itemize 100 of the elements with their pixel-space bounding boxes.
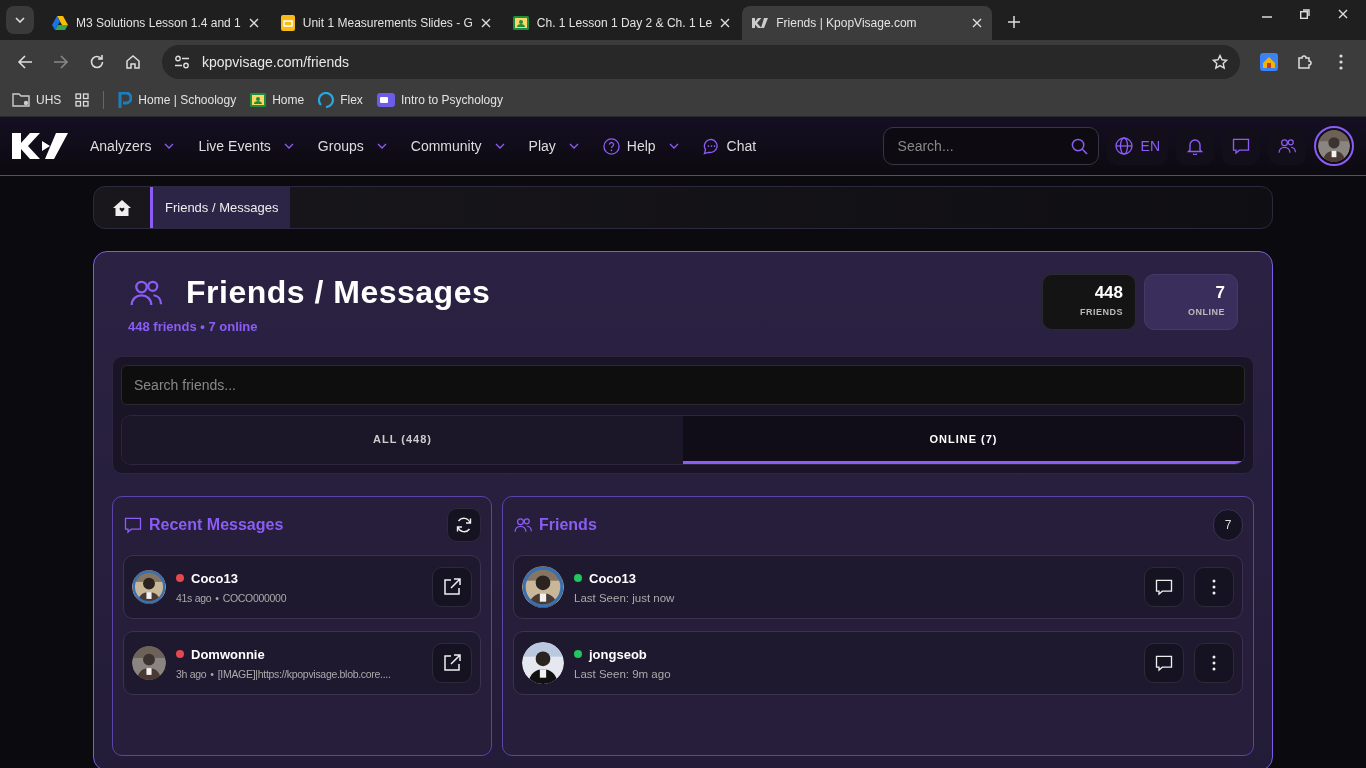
profile-avatar[interactable] [1314,126,1354,166]
breadcrumb-current: Friends / Messages [150,187,291,228]
message-row[interactable]: Domwonnie 3h ago • [IMAGE]|https://kpopvisage.blob.core.... [123,631,481,695]
stat-value: 448 [1094,283,1123,303]
chevron-down-icon [494,143,505,149]
nav-menu-item[interactable]: Live Events [198,138,294,154]
logo-icon [752,18,769,28]
friends-summary: 448 friends • 7 online [128,319,259,334]
friend-count: 7 [1213,509,1243,541]
more-icon [1212,579,1216,595]
chevron-down-icon [283,143,294,149]
user-name: Coco13 [589,570,636,586]
help-icon [602,137,620,155]
refresh-icon [455,516,473,534]
chat-bubble-icon [1231,136,1251,156]
friend-search-field[interactable]: Search friends... [121,365,1245,405]
bell-icon [1187,137,1203,155]
tab-search-button[interactable] [6,6,34,34]
chevron-down-icon [376,143,387,149]
chevron-down-icon [15,17,25,23]
nav-menu-item[interactable]: Community [410,138,505,154]
stat-label: FRIENDS [1080,307,1123,317]
message-preview: [IMAGE]|https://kpopvisage.blob.core.... [217,667,391,680]
browser-tab[interactable]: Ch. 1 Lesson 1 Day 2 & Ch. 1 Le [502,6,741,40]
friend-row[interactable]: jongseob Last Seen: 9m ago [513,631,1243,695]
reload-icon [89,54,105,70]
globe-icon [1114,137,1133,155]
search-box[interactable]: Search... [882,127,1099,165]
panel-title: Friends [539,516,597,534]
message-time: 41s ago [176,591,212,604]
address-bar[interactable]: kpopvisage.com/friends [162,45,1240,79]
more-icon [1212,655,1216,671]
friend-row[interactable]: Coco13 Last Seen: just now [513,555,1243,619]
users-icon [1277,136,1297,156]
chevron-down-icon [164,143,175,149]
bookmark[interactable]: Intro to Psychology [376,93,503,107]
restore-icon[interactable] [1300,9,1310,19]
browser-tab[interactable]: Friends | KpopVisage.com [742,6,993,40]
apps-grid-icon[interactable] [75,93,90,107]
separator-dot: • [210,667,214,680]
user-name: Coco13 [191,570,238,586]
plus-icon [1008,16,1021,28]
close-icon[interactable] [1338,9,1348,19]
media-icon [376,93,395,107]
close-icon[interactable] [480,18,491,28]
nav-menu-item[interactable]: Groups [317,138,387,154]
external-link-icon [443,578,461,596]
chat-bubble-icon [1154,577,1174,597]
browser-tab[interactable]: M3 Solutions Lesson 1.4 and 1 [42,6,269,40]
triangle-icon [52,16,68,30]
stat-label: ONLINE [1188,307,1225,317]
user-name: Domwonnie [191,646,265,662]
user-name: jongseob [589,646,647,662]
house-icon [125,54,141,70]
bookmark[interactable]: UHS [12,93,62,107]
message-row[interactable]: Coco13 41s ago • COCO000000 [123,555,481,619]
chat-bubble-icon [1154,653,1174,673]
close-icon[interactable] [720,18,731,28]
chevron-down-icon [568,143,579,149]
classroom-icon [250,93,267,107]
folder-icon [12,93,30,107]
bookmark[interactable]: Home [250,93,305,107]
stat-value: 7 [1215,283,1225,303]
external-link-icon [443,654,461,672]
page-title: Friends / Messages [186,274,491,311]
browser-tab[interactable]: Unit 1 Measurements Slides - G [270,6,501,40]
nav-menu-item[interactable]: Chat [702,137,763,155]
last-seen: Last Seen: 9m ago [574,667,672,680]
star-icon[interactable] [1212,54,1228,70]
bookmark[interactable]: Home | Schoology [118,92,237,108]
arrow-right-icon [53,54,69,70]
filter-tab[interactable]: ONLINE (7) [683,416,1244,464]
nav-menu-item[interactable]: Help [602,137,679,155]
classroom-icon [512,16,529,30]
search-icon[interactable] [1070,137,1088,155]
users-icon [513,515,533,535]
message-time: 3h ago [176,667,207,680]
close-icon[interactable] [972,18,983,28]
message-button[interactable] [1144,567,1184,607]
language-button[interactable]: EN [1106,127,1168,165]
open-chat-button[interactable] [432,643,472,683]
panel-title: Recent Messages [149,516,284,534]
last-seen: Last Seen: just now [574,591,676,604]
site-settings-icon[interactable] [174,55,190,69]
search-field[interactable]: Search... [895,137,1071,155]
message-button[interactable] [1144,643,1184,683]
refresh-button[interactable] [447,508,481,542]
separator-dot: • [215,591,219,604]
message-preview: COCO000000 [222,591,287,604]
nav-menu-item[interactable]: Play [528,138,579,154]
close-icon[interactable] [248,18,259,28]
schoology-icon [118,92,133,108]
slides-icon [280,15,295,31]
chat-bubble-icon [123,515,143,535]
ring-icon [318,92,335,108]
bookmark[interactable]: Flex [318,92,363,108]
arrow-left-icon [17,54,33,70]
nav-menu-item[interactable]: Analyzers [90,138,175,154]
open-chat-button[interactable] [432,567,472,607]
chat-icon [702,137,720,155]
